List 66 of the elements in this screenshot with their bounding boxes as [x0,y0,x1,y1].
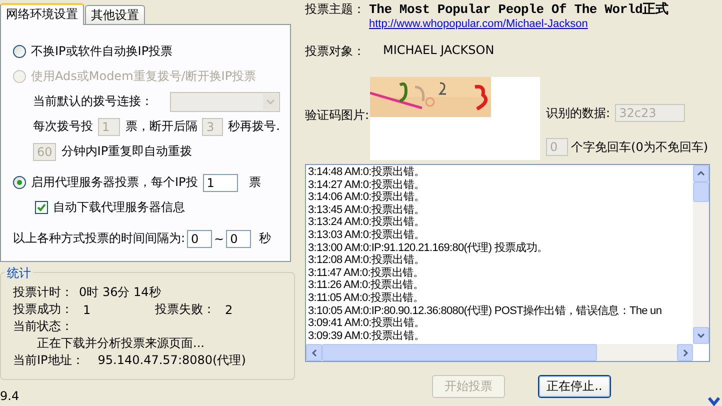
checkmark-icon [37,203,46,212]
number-field[interactable]: 1 [202,174,238,192]
version-text: 9.4 [0,389,20,403]
chevron-down-icon [697,333,705,338]
chevron-right-icon [682,348,688,356]
interval-label: 以上各种方式投票的时间间隔为: [13,230,186,247]
topic-title: The Most Popular People Of The World正式 [369,1,668,18]
checkbox[interactable] [35,201,48,214]
ip-value: 95.140.47.57:8080(代理) [98,352,246,369]
vertical-scrollbar[interactable] [693,165,709,344]
log-line: 3:14:27 AM:0:投票出错。 [308,178,426,191]
connection-label: 当前默认的拨号连接： [33,93,153,110]
redial-minutes-label: 分钟内IP重复即自动重拨 [61,143,192,160]
topic-link[interactable]: http://www.whopopular.com/Michael-Jackson [369,18,722,30]
separator-label: ~ [214,232,224,246]
log-line: 3:13:03 AM:0:投票出错。 [308,228,426,242]
radio-label: 使用Ads或Modem重复拨号/断开换IP投票 [31,68,256,85]
log-line: 3:11:26 AM:0:投票出错。 [308,279,425,292]
radio-button[interactable] [13,45,26,58]
target-label: 投票对象： [305,43,365,60]
log-line: 3:12:08 AM:0:投票出错。 [308,254,426,267]
dial-votes-label: 每次拨号投 [33,118,93,135]
wait-label: 票，断开后隔 [125,118,198,135]
redial-label: 秒再拨号. [228,118,280,135]
log-line: 3:13:00 AM:0:IP:91.120.21.169:80(代理) 投票成功。 [308,242,549,254]
status-label: 当前状态： [13,318,73,335]
target-value: MICHAEL JACKSON [383,43,494,59]
radio-button[interactable] [13,176,26,189]
fail-value: 2 [225,302,233,316]
status-text: 正在下载并分析投票来源页面... [37,335,204,352]
log-line: 3:13:24 AM:0:投票出错。 [308,216,426,229]
scrollbar-thumb[interactable] [693,182,709,202]
radio-label: 启用代理服务器投票，每个IP投 [31,174,198,191]
unit-label: 票 [248,174,261,191]
log-line: 3:11:47 AM:0:投票出错。 [308,266,425,279]
radio-label: 不换IP或软件自动换IP投票 [31,43,173,60]
log-line: 3:09:39 AM:0:投票出错。 [308,330,426,342]
log-line: 3:10:05 AM:0:IP:80.90.12.36:8080(代理) POST操作出错，错误信息：The un [308,304,663,317]
number-field[interactable]: 0 [187,230,212,248]
chevron-left-icon [312,348,316,356]
number-field[interactable]: 0 [226,230,252,248]
success-label: 投票成功： [13,301,73,318]
log-line: 3:14:06 AM:0:投票出错。 [308,191,426,204]
chevron-down-icon [266,98,275,104]
chevron-up-icon [697,171,705,176]
fail-label: 投票失败： [155,301,215,318]
stop-button[interactable]: 正在停止.. [538,375,611,398]
tab[interactable]: 其他设置 [85,5,145,24]
captcha-label: 验证码图片: [305,107,370,124]
ip-label: 当前IP地址： [13,352,84,369]
timer-label: 投票计时： [13,284,73,301]
tab[interactable]: 网络环境设置 [0,3,84,25]
success-value: 1 [83,302,92,316]
scrollbar-thumb[interactable] [322,344,597,361]
timer-value: 0时 36分 14秒 [79,284,161,301]
auto-enter-label: 个字免回车(0为不免回车) [571,138,708,156]
log-line: 3:13:45 AM:0:投票出错。 [308,204,426,216]
checkbox-label: 自动下载代理服务器信息 [53,199,185,216]
chevron-down-icon [708,396,720,406]
log-line: 3:09:41 AM:0:投票出错。 [308,317,426,330]
horizontal-scrollbar[interactable] [306,344,693,361]
topic-label: 投票主题： [305,1,365,18]
recognized-label: 识别的数据: [546,104,610,122]
unit-label: 秒 [259,230,272,247]
log-line: 3:14:48 AM:0:投票出错。 [308,166,426,179]
log-line: 3:11:05 AM:0:投票出错。 [308,292,425,305]
